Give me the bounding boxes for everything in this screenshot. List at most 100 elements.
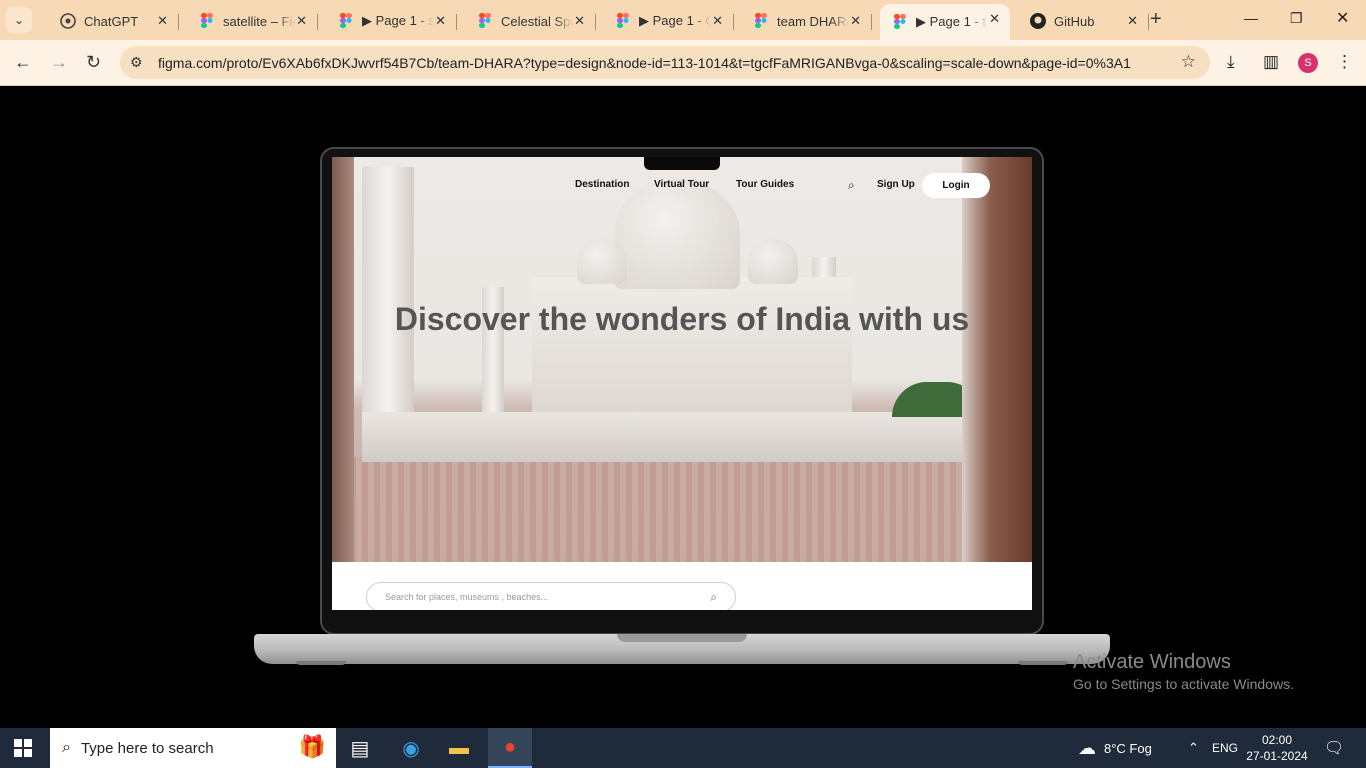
- tab-title: ChatGPT: [84, 13, 139, 29]
- figma-icon: [477, 13, 493, 29]
- close-tab-icon[interactable]: ✕: [157, 13, 168, 29]
- chevron-up-icon[interactable]: ⌃: [1188, 728, 1199, 768]
- bookmark-star-icon[interactable]: ☆: [1181, 52, 1196, 72]
- tab-title: ▶ Page 1 - s: [362, 13, 434, 28]
- browser-tab[interactable]: team DHAR/✕: [741, 6, 872, 36]
- tab-title: GitHub: [1054, 13, 1095, 29]
- search-placeholder: Search for places, museums , beaches...: [385, 592, 549, 602]
- system-clock[interactable]: 02:00 27-01-2024: [1244, 732, 1310, 764]
- address-bar[interactable]: ⚙ figma.com/proto/Ev6XAb6fxDKJwvrf54B7Cb…: [120, 46, 1210, 79]
- main-dome: [614, 179, 740, 289]
- tab-separator: [871, 14, 872, 30]
- gift-icon: 🎁: [298, 734, 326, 759]
- github-icon: [1030, 13, 1046, 29]
- tab-separator: [317, 14, 318, 30]
- tab-separator: [733, 14, 734, 30]
- close-tab-icon[interactable]: ✕: [296, 13, 307, 29]
- laptop-foot-right: [1018, 661, 1068, 665]
- mausoleum-body: [532, 277, 852, 417]
- site-info-icon[interactable]: ⚙: [130, 54, 150, 71]
- tab-separator: [178, 14, 179, 30]
- close-tab-icon[interactable]: ✕: [989, 11, 1000, 27]
- close-tab-icon[interactable]: ✕: [574, 13, 585, 29]
- language-indicator[interactable]: ENG: [1212, 728, 1238, 768]
- laptop-hinge-notch: [617, 634, 747, 642]
- hero-image: Destination Virtual Tour Tour Guides ⌕ S…: [332, 157, 1032, 562]
- hero-headline: Discover the wonders of India with us: [394, 301, 970, 337]
- tab-search-button[interactable]: ⌄: [6, 7, 32, 33]
- close-window-button[interactable]: ✕: [1336, 8, 1349, 28]
- platform: [362, 412, 982, 462]
- cloud-icon: ☁: [1078, 737, 1096, 758]
- sign-up-link[interactable]: Sign Up: [877, 179, 915, 190]
- camera-notch: [644, 157, 720, 170]
- tab-separator: [456, 14, 457, 30]
- nav-virtual-tour[interactable]: Virtual Tour: [654, 179, 709, 190]
- browser-tab[interactable]: ChatGPT ✕: [48, 6, 179, 36]
- tab-title: satellite – Fig: [223, 13, 295, 29]
- courtyard-floor: [332, 457, 1032, 562]
- archway-right: [962, 157, 1032, 562]
- back-button[interactable]: ←: [14, 52, 32, 73]
- close-tab-icon[interactable]: ✕: [712, 13, 723, 29]
- taskbar-search[interactable]: ⌕ Type here to search 🎁: [50, 728, 336, 768]
- weather-widget[interactable]: ☁ 8°C Fog: [1078, 728, 1152, 768]
- figma-icon: [338, 13, 354, 29]
- browser-tab[interactable]: ▶ Page 1 - s ✕: [326, 6, 457, 36]
- close-tab-icon[interactable]: ✕: [1127, 13, 1138, 29]
- edge-icon[interactable]: ◉: [389, 728, 433, 768]
- tab-separator: [1148, 14, 1149, 30]
- toolbar: ← → ↻ ⚙ figma.com/proto/Ev6XAb6fxDKJwvrf…: [0, 40, 1366, 86]
- url-text: figma.com/proto/Ev6XAb6fxDKJwvrf54B7Cb/t…: [158, 54, 1131, 71]
- browser-tab[interactable]: ▶ Page 1 - t ✕: [880, 4, 1010, 40]
- figma-icon: [892, 14, 908, 30]
- close-tab-icon[interactable]: ✕: [435, 13, 446, 29]
- activate-windows-title: Activate Windows: [1073, 651, 1231, 673]
- clock-date: 27-01-2024: [1246, 749, 1308, 763]
- browser-tab[interactable]: satellite – Fig ✕: [187, 6, 318, 36]
- windows-start-icon[interactable]: [14, 739, 32, 757]
- close-tab-icon[interactable]: ✕: [850, 13, 861, 29]
- browser-tab[interactable]: GitHub ✕: [1018, 6, 1149, 36]
- minaret-left: [362, 167, 414, 417]
- laptop-foot-left: [296, 661, 346, 665]
- forward-button[interactable]: →: [50, 52, 68, 73]
- search-input[interactable]: Search for places, museums , beaches... …: [366, 582, 736, 610]
- figma-icon: [199, 13, 215, 29]
- minimize-button[interactable]: —: [1244, 10, 1258, 26]
- search-icon[interactable]: ⌕: [710, 590, 717, 605]
- tab-title: ▶ Page 1 - C: [639, 13, 711, 28]
- task-view-icon[interactable]: ▤: [338, 728, 382, 768]
- profile-avatar[interactable]: S: [1298, 53, 1318, 73]
- login-button[interactable]: Login: [922, 173, 990, 198]
- chatgpt-icon: [60, 13, 76, 29]
- figma-icon: [615, 13, 631, 29]
- figma-icon: [753, 13, 769, 29]
- prototype-screen: Destination Virtual Tour Tour Guides ⌕ S…: [332, 157, 1032, 610]
- weather-text: 8°C Fog: [1104, 740, 1152, 756]
- activate-windows-subtitle: Go to Settings to activate Windows.: [1073, 676, 1294, 692]
- tab-title: Celestial Spo: [501, 13, 573, 29]
- browser-tab[interactable]: ▶ Page 1 - C ✕: [603, 6, 734, 36]
- menu-kebab-icon[interactable]: ⋮: [1336, 52, 1353, 72]
- tab-title: ▶ Page 1 - t: [916, 14, 986, 29]
- restore-button[interactable]: ❐: [1290, 10, 1303, 27]
- archway-left: [332, 157, 354, 562]
- tab-title: team DHAR/: [777, 13, 849, 29]
- nav-tour-guides[interactable]: Tour Guides: [736, 179, 794, 190]
- nav-destination[interactable]: Destination: [575, 179, 629, 190]
- taskbar: ⌕ Type here to search 🎁 ▤ ◉ ▬ ● ☁ 8°C Fo…: [0, 728, 1366, 768]
- search-icon[interactable]: ⌕: [848, 178, 855, 193]
- side-panel-icon[interactable]: ▥: [1263, 52, 1279, 72]
- chrome-icon[interactable]: ●: [488, 728, 532, 768]
- download-icon[interactable]: ⤓: [1227, 52, 1235, 72]
- side-dome-right: [748, 239, 798, 284]
- search-icon: ⌕: [62, 739, 71, 756]
- new-tab-button[interactable]: +: [1150, 8, 1162, 31]
- reload-button[interactable]: ↻: [86, 52, 101, 73]
- file-explorer-icon[interactable]: ▬: [437, 728, 481, 768]
- notification-icon[interactable]: 🗨: [1324, 728, 1344, 768]
- taskbar-search-placeholder: Type here to search: [80, 739, 214, 757]
- browser-tab[interactable]: Celestial Spo ✕: [465, 6, 596, 36]
- side-dome-left: [577, 239, 627, 284]
